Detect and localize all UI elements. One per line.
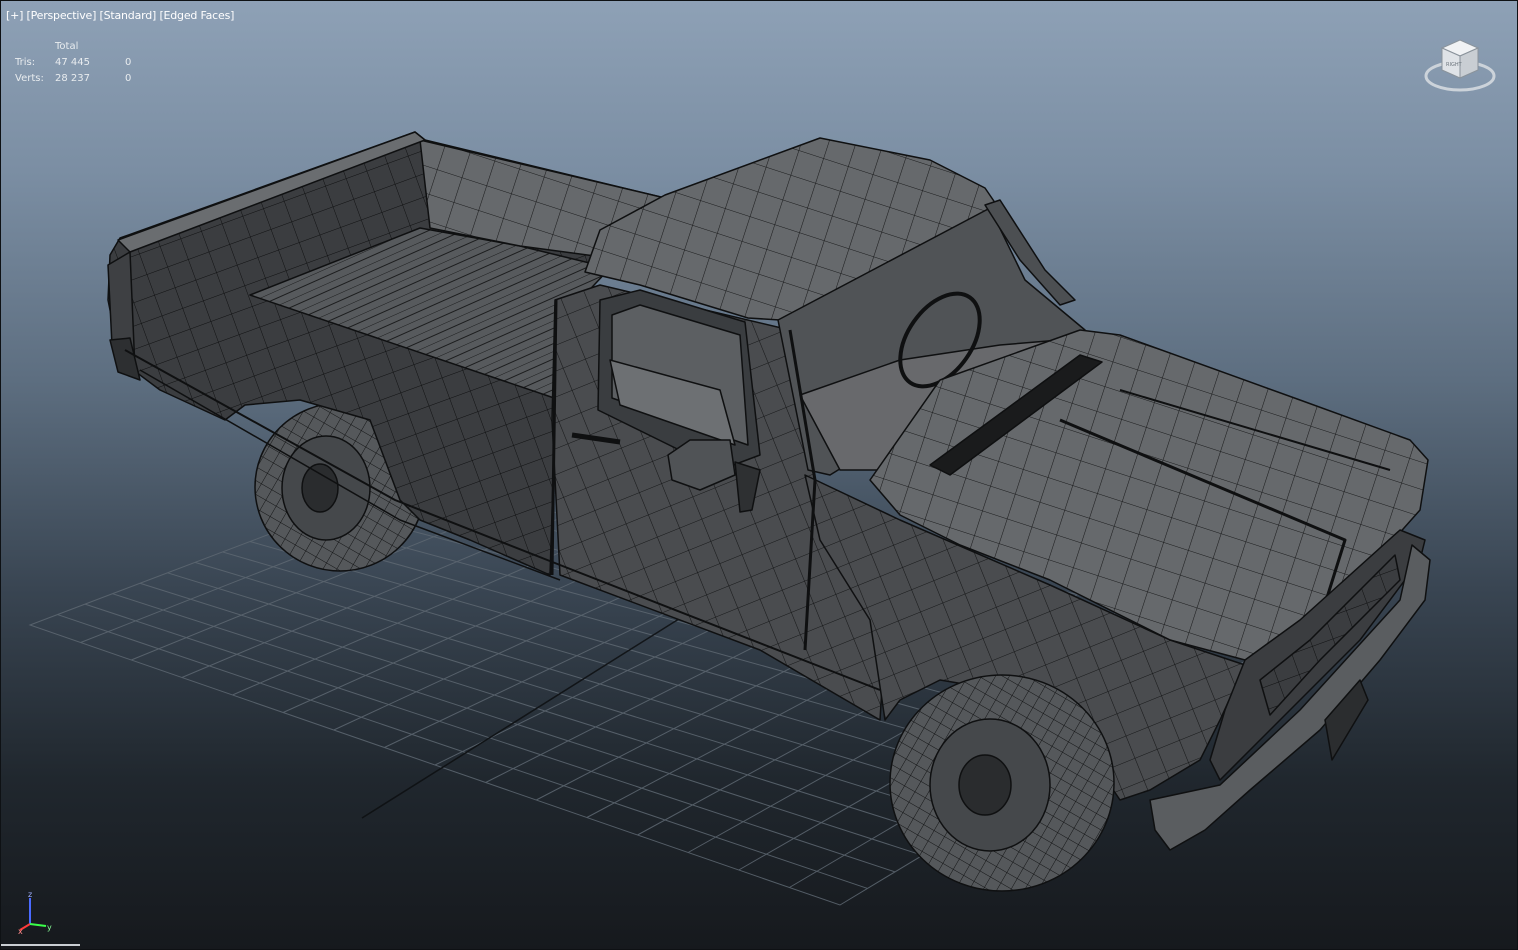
grid-axis-line: [361, 611, 691, 819]
viewport-edges-menu[interactable]: [Edged Faces]: [159, 9, 234, 22]
stats-verts-total: 28 237: [55, 73, 90, 84]
stats-verts-label: Verts:: [15, 73, 44, 84]
stats-tris-selected: 0: [125, 57, 132, 68]
stats-tris-row: Tris: 47 445 0: [15, 57, 155, 73]
front-wheel: [889, 674, 1115, 892]
axis-z-label: z: [28, 890, 32, 899]
stats-tris-label: Tris:: [15, 57, 36, 68]
axis-tripod-icon: z x y: [18, 890, 52, 934]
stats-header-row: Total: [15, 41, 155, 57]
stats-verts-selected: 0: [125, 73, 132, 84]
viewport-view-menu[interactable]: [Perspective]: [27, 9, 97, 22]
viewcube-icon[interactable]: RIGHT: [1422, 34, 1498, 96]
perspective-viewport[interactable]: [+] [Perspective] [Standard] [Edged Face…: [0, 0, 1518, 950]
axis-y-label: y: [47, 923, 52, 932]
scene-canvas[interactable]: [0, 0, 1518, 950]
stats-verts-row: Verts: 28 237 0: [15, 73, 155, 89]
timeline-edge: [0, 944, 80, 946]
stats-tris-total: 47 445: [55, 57, 90, 68]
viewcube-face-label: RIGHT: [1446, 62, 1463, 68]
viewport-label: [+] [Perspective] [Standard] [Edged Face…: [6, 9, 234, 22]
viewport-shading-menu[interactable]: [Standard]: [100, 9, 157, 22]
axis-x-label: x: [18, 927, 23, 934]
statistics-overlay: Total Tris: 47 445 0 Verts: 28 237 0: [15, 41, 155, 89]
stats-total-header: Total: [55, 41, 79, 52]
pickup-truck-mesh: [107, 131, 1431, 892]
viewport-menu-plus[interactable]: [+]: [6, 9, 23, 22]
